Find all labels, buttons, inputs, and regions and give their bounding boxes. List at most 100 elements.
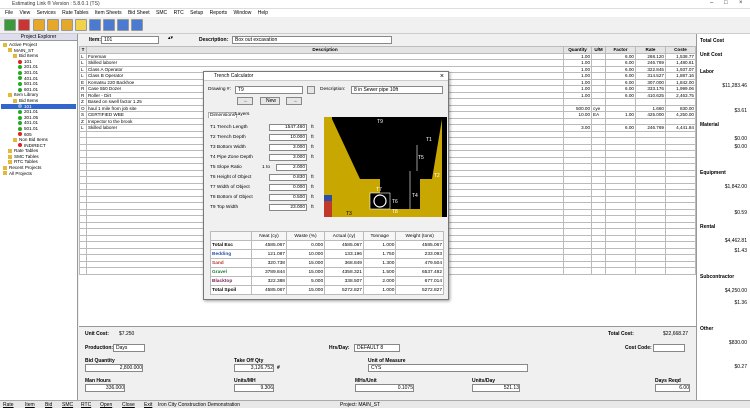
new-button[interactable]: New	[260, 97, 280, 105]
menu-smc[interactable]: SMC	[156, 9, 167, 17]
minimize-icon[interactable]: –	[710, 0, 713, 6]
grid-cell-cost[interactable]	[664, 267, 697, 275]
grid-cell-um[interactable]	[591, 267, 607, 275]
maximize-icon[interactable]: □	[724, 0, 728, 6]
hrs-day-select[interactable]: DEFAULT 8	[354, 344, 400, 352]
calc-cell-neat[interactable]: 4585.067	[251, 240, 287, 250]
calc-cell-ton[interactable]: 1.750	[362, 249, 397, 259]
production-select[interactable]: Days	[113, 344, 145, 352]
spinner-icon[interactable]: ▴▾	[168, 35, 173, 41]
menu-rtc[interactable]: RTC	[174, 9, 184, 17]
menu-view[interactable]: View	[19, 9, 30, 17]
units-mh-input[interactable]: 9.306	[234, 384, 274, 392]
dimension-input[interactable]: 0.000	[269, 184, 307, 191]
grid-cell-rate[interactable]	[635, 267, 666, 275]
calc-cell-neat[interactable]: 121.087	[251, 249, 287, 259]
cost-code-select[interactable]	[653, 344, 685, 352]
grid-cell-t[interactable]	[79, 267, 87, 275]
drawing-browse-button[interactable]	[307, 86, 315, 94]
unit-of-measure-input[interactable]: CYS	[368, 364, 528, 372]
calc-cell-waste[interactable]: 5.000	[285, 276, 326, 286]
description-input[interactable]: Box out excavation	[232, 36, 392, 44]
calc-cell-neat[interactable]: 4585.067	[251, 285, 287, 295]
calc-cell-waste[interactable]: 15.000	[285, 267, 326, 277]
units-day-input[interactable]: 521.13	[472, 384, 520, 392]
calc-cell-weight[interactable]: 6537.482	[395, 267, 444, 277]
mhs-unit-input[interactable]: 0.1075	[355, 384, 414, 392]
calc-cell-waste[interactable]: 0.000	[285, 240, 326, 250]
open-button[interactable]: Open	[100, 402, 112, 408]
calc-cell-waste[interactable]: 15.000	[285, 258, 326, 268]
dimension-input[interactable]: 0.500	[269, 194, 307, 201]
calc-cell-weight[interactable]: 4585.067	[395, 240, 444, 250]
calc-cell-waste[interactable]: 10.000	[285, 249, 326, 259]
menu-window[interactable]: Window	[234, 9, 252, 17]
man-hours-input[interactable]: 336.000	[85, 384, 125, 392]
bid-sheet-icon[interactable]	[103, 19, 115, 31]
folder-open-icon[interactable]	[75, 19, 87, 31]
tree-node[interactable]: All Projects	[1, 171, 76, 177]
tab-layers[interactable]: Layers	[234, 112, 250, 117]
calc-cell-actual[interactable]: 4585.067	[324, 240, 364, 250]
calc-cell-ton[interactable]: 1.500	[362, 267, 397, 277]
back-icon[interactable]	[4, 19, 16, 31]
calc-cell-weight[interactable]: 233.093	[395, 249, 444, 259]
dimension-input[interactable]: 1547.460	[269, 124, 307, 131]
calc-cell-ton[interactable]: 2.000	[362, 276, 397, 286]
drawing-input[interactable]: T9	[235, 86, 303, 94]
menu-bid-sheet[interactable]: Bid Sheet	[128, 9, 150, 17]
save-icon[interactable]	[47, 19, 59, 31]
take-off-qty-input[interactable]: 3,126.752	[234, 364, 274, 372]
bid-quantity-input[interactable]: 2,800.000	[85, 364, 143, 372]
calc-cell-actual[interactable]: 368.849	[324, 258, 364, 268]
menu-file[interactable]: File	[5, 9, 13, 17]
grid-icon[interactable]	[117, 19, 129, 31]
calc-cell-ton[interactable]: 1.000	[362, 285, 397, 295]
dialog-description-input[interactable]: 8 in Sewer pipe 10ft	[351, 86, 443, 94]
calc-cell-weight[interactable]: 5272.827	[395, 285, 444, 295]
dimension-input[interactable]: 3.000	[269, 154, 307, 161]
menu-setup[interactable]: Setup	[190, 9, 203, 17]
calc-cell-ton[interactable]: 1.300	[362, 258, 397, 268]
folder-icon[interactable]	[61, 19, 73, 31]
calc-cell-actual[interactable]: 133.196	[324, 249, 364, 259]
dimension-input[interactable]: 10.000	[269, 134, 307, 141]
calc-cell-weight[interactable]: 677.014	[395, 276, 444, 286]
report-icon[interactable]	[131, 19, 143, 31]
bid-button[interactable]: Bid	[45, 402, 52, 408]
open-icon[interactable]	[33, 19, 45, 31]
tab-dimensions[interactable]: Dimensions	[208, 112, 238, 118]
close-icon[interactable]: ×	[739, 0, 743, 6]
menu-rate-tables[interactable]: Rate Tables	[62, 9, 88, 17]
dimension-input[interactable]: 3.000	[269, 144, 307, 151]
calc-cell-ton[interactable]: 1.000	[362, 240, 397, 250]
calc-cell-weight[interactable]: 479.504	[395, 258, 444, 268]
close-button[interactable]: Close	[122, 402, 135, 408]
smc-button[interactable]: SMC	[62, 402, 73, 408]
menu-services[interactable]: Services	[37, 9, 56, 17]
grid-cell-qty[interactable]	[563, 267, 593, 275]
sheet-icon[interactable]	[89, 19, 101, 31]
calc-cell-actual[interactable]: 338.507	[324, 276, 364, 286]
days-reqd-input[interactable]: 6.00	[655, 384, 690, 392]
calc-cell-actual[interactable]: 5272.827	[324, 285, 364, 295]
grid-cell-factor[interactable]	[605, 267, 636, 275]
exit-button[interactable]: Exit	[144, 402, 152, 408]
calc-cell-neat[interactable]: 3789.844	[251, 267, 287, 277]
dimension-input[interactable]: 2.000	[276, 164, 307, 171]
menu-reports[interactable]: Reports	[210, 9, 228, 17]
calc-cell-neat[interactable]: 322.388	[251, 276, 287, 286]
calc-cell-waste[interactable]: 15.000	[285, 285, 326, 295]
rtc-button[interactable]: RTC	[81, 402, 91, 408]
prev-arrow-icon[interactable]: ←	[237, 97, 253, 105]
menu-item-sheets[interactable]: Item Sheets	[95, 9, 122, 17]
dimension-input[interactable]: 0.830	[269, 174, 307, 181]
item-button[interactable]: Item	[25, 402, 35, 408]
stop-icon[interactable]	[18, 19, 30, 31]
calc-cell-actual[interactable]: 4358.321	[324, 267, 364, 277]
menu-help[interactable]: Help	[258, 9, 268, 17]
calc-cell-neat[interactable]: 320.738	[251, 258, 287, 268]
rate-button[interactable]: Rate	[3, 402, 14, 408]
next-arrow-icon[interactable]: →	[286, 97, 302, 105]
dialog-close-icon[interactable]: ×	[440, 72, 444, 81]
